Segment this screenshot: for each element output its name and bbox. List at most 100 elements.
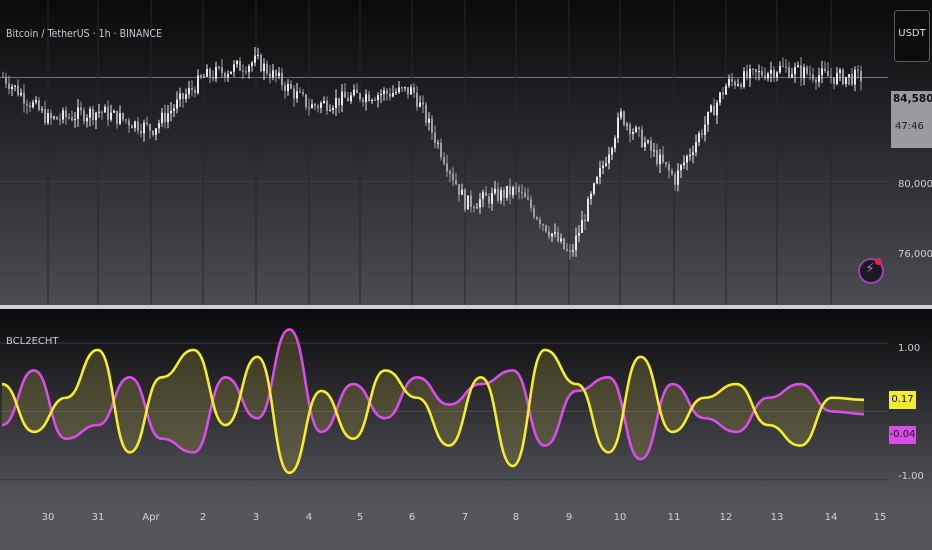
currency-button[interactable]: USDT xyxy=(894,10,930,62)
candle-body xyxy=(425,104,427,123)
candle-body xyxy=(104,106,106,113)
candle-body xyxy=(218,67,220,69)
candle-body xyxy=(422,102,424,105)
candle-body xyxy=(707,111,709,125)
candle-body xyxy=(185,94,187,100)
candle-body xyxy=(665,162,667,165)
candle-body xyxy=(107,106,109,120)
candle-body xyxy=(350,95,352,102)
indicator-chart[interactable] xyxy=(0,309,932,507)
candle-body xyxy=(26,103,28,106)
candle-body xyxy=(389,93,391,97)
candle-body xyxy=(116,110,118,124)
candle-body xyxy=(332,107,334,110)
candle-body xyxy=(170,110,172,114)
candle-body xyxy=(836,72,838,84)
candle-body xyxy=(461,189,463,195)
candle-body xyxy=(164,112,166,123)
candle-body xyxy=(146,122,148,125)
candle-body xyxy=(59,119,61,121)
candle-body xyxy=(2,76,4,78)
candle-body xyxy=(518,187,520,192)
candle-body xyxy=(746,71,748,79)
candle-body xyxy=(575,235,577,251)
candle-body xyxy=(308,107,310,109)
candle-body xyxy=(92,108,94,120)
candle-body xyxy=(566,248,568,251)
candle-body xyxy=(293,88,295,99)
symbol-title: Bitcoin / TetherUS · 1h · BINANCE xyxy=(6,28,163,40)
candle-body xyxy=(488,196,490,204)
candle-body xyxy=(365,94,367,103)
candle-body xyxy=(656,150,658,165)
candle-body xyxy=(62,110,64,120)
candle-body xyxy=(161,112,163,124)
candle-body xyxy=(776,72,778,78)
candle-body xyxy=(404,87,406,89)
candle-body xyxy=(647,140,649,143)
candle-body xyxy=(494,188,496,193)
candle-body xyxy=(152,130,154,135)
candle-body xyxy=(653,150,655,152)
candle-body xyxy=(758,71,760,73)
candle-body xyxy=(773,69,775,78)
candle-body xyxy=(587,198,589,222)
candle-body xyxy=(35,100,37,103)
candle-body xyxy=(344,91,346,98)
candle-body xyxy=(509,185,511,196)
candle-body xyxy=(794,67,796,75)
candle-body xyxy=(464,189,466,210)
candle-body xyxy=(371,99,373,102)
indicator-pane[interactable]: BCL2ECHT 1.00 -1.00 0.17 -0.04 xyxy=(0,309,932,507)
candle-body xyxy=(833,77,835,84)
candle-body xyxy=(524,192,526,198)
candle-body xyxy=(521,191,523,193)
candle-body xyxy=(818,75,820,83)
candle-body xyxy=(386,90,388,94)
candle-body xyxy=(530,199,532,209)
candle-body xyxy=(302,92,304,95)
candle-body xyxy=(299,91,301,93)
candle-body xyxy=(581,219,583,233)
candle-body xyxy=(98,111,100,113)
candle-body xyxy=(41,109,43,111)
candle-body xyxy=(569,250,571,252)
candle-body xyxy=(5,76,7,84)
candle-body xyxy=(503,189,505,198)
candle-body xyxy=(68,117,70,119)
candle-body xyxy=(266,63,268,74)
candle-body xyxy=(479,199,481,208)
candle-body xyxy=(113,110,115,113)
candle-body xyxy=(437,142,439,144)
candle-body xyxy=(86,117,88,122)
price-chart[interactable] xyxy=(0,0,932,306)
candle-body xyxy=(341,91,343,106)
candle-body xyxy=(557,232,559,242)
candle-body xyxy=(725,85,727,95)
candle-body xyxy=(617,117,619,139)
candle-body xyxy=(512,187,514,196)
candle-body xyxy=(608,154,610,164)
candle-body xyxy=(125,119,127,121)
x-tick: 11 xyxy=(667,512,681,523)
indicator-tick: 1.00 xyxy=(898,343,921,354)
candle-body xyxy=(212,77,214,79)
candle-body xyxy=(527,197,529,200)
indicator-name: BCL2ECHT xyxy=(6,336,59,347)
candle-body xyxy=(290,83,292,89)
x-tick: 15 xyxy=(873,512,887,523)
candle-body xyxy=(728,79,730,86)
alert-bolt-icon[interactable]: ⚡ xyxy=(858,258,884,284)
candle-body xyxy=(476,207,478,209)
candle-body xyxy=(74,119,76,121)
candle-body xyxy=(761,71,763,76)
candle-body xyxy=(245,71,247,73)
candle-body xyxy=(380,94,382,96)
candle-body xyxy=(434,132,436,143)
candle-body xyxy=(602,165,604,168)
candle-body xyxy=(782,65,784,67)
candle-body xyxy=(635,127,637,132)
candle-body xyxy=(788,67,790,78)
candle-body xyxy=(431,118,433,133)
price-pane[interactable]: Bitcoin / TetherUS · 1h · BINANCE USDT 8… xyxy=(0,0,932,306)
